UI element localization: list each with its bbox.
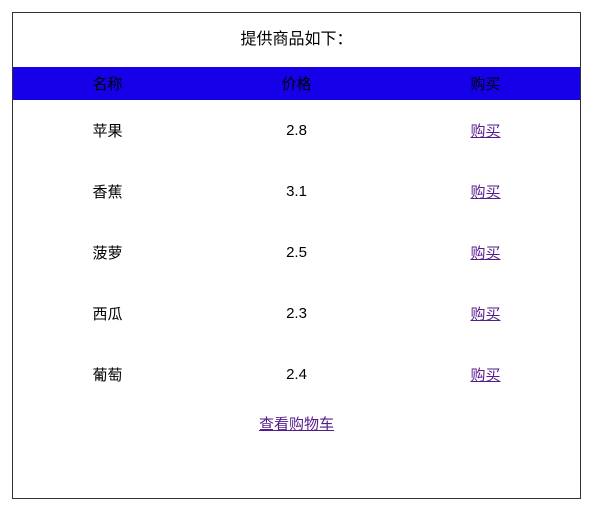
- buy-link[interactable]: 购买: [470, 367, 500, 384]
- table-header-row: 名称 价格 购买: [13, 67, 580, 100]
- cell-buy: 购买: [391, 161, 580, 222]
- buy-link[interactable]: 购买: [470, 245, 500, 262]
- cell-buy: 购买: [391, 344, 580, 405]
- buy-link[interactable]: 购买: [470, 123, 500, 140]
- page-container: 提供商品如下： 名称 价格 购买 苹果 2.8 购买 香蕉 3.1 购买: [0, 0, 593, 511]
- view-cart-container: 查看购物车: [13, 405, 580, 452]
- cell-buy: 购买: [391, 100, 580, 161]
- cell-name: 香蕉: [13, 161, 202, 222]
- header-price: 价格: [202, 67, 391, 100]
- header-buy: 购买: [391, 67, 580, 100]
- cell-buy: 购买: [391, 283, 580, 344]
- cell-price: 2.3: [202, 283, 391, 344]
- cell-name: 苹果: [13, 100, 202, 161]
- buy-link[interactable]: 购买: [470, 184, 500, 201]
- cell-name: 葡萄: [13, 344, 202, 405]
- table-row: 葡萄 2.4 购买: [13, 344, 580, 405]
- table-row: 苹果 2.8 购买: [13, 100, 580, 161]
- cell-buy: 购买: [391, 222, 580, 283]
- cell-name: 菠萝: [13, 222, 202, 283]
- table-row: 菠萝 2.5 购买: [13, 222, 580, 283]
- cell-price: 3.1: [202, 161, 391, 222]
- table-row: 西瓜 2.3 购买: [13, 283, 580, 344]
- view-cart-link[interactable]: 查看购物车: [259, 416, 334, 433]
- buy-link[interactable]: 购买: [470, 306, 500, 323]
- cell-price: 2.5: [202, 222, 391, 283]
- product-panel: 提供商品如下： 名称 价格 购买 苹果 2.8 购买 香蕉 3.1 购买: [12, 12, 581, 499]
- cell-price: 2.8: [202, 100, 391, 161]
- table-row: 香蕉 3.1 购买: [13, 161, 580, 222]
- page-title: 提供商品如下：: [13, 13, 580, 67]
- product-table: 名称 价格 购买 苹果 2.8 购买 香蕉 3.1 购买 菠萝: [13, 67, 580, 405]
- cell-price: 2.4: [202, 344, 391, 405]
- cell-name: 西瓜: [13, 283, 202, 344]
- header-name: 名称: [13, 67, 202, 100]
